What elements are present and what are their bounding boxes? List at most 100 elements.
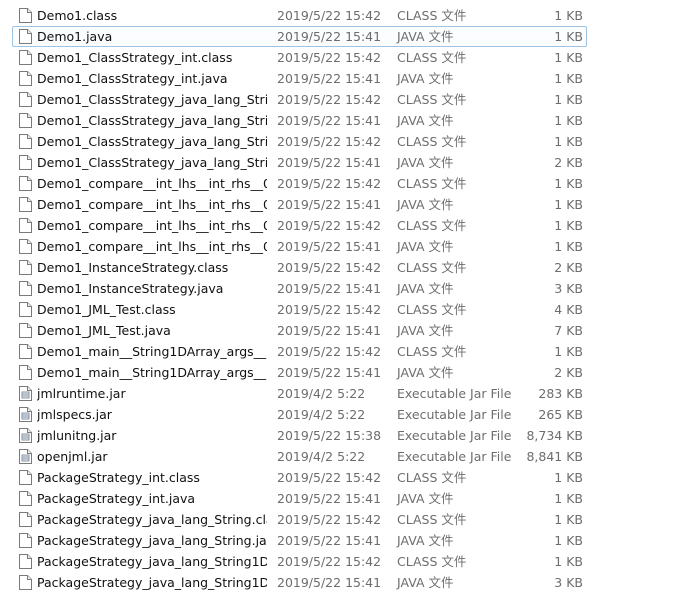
file-name: Demo1_compare__int_lhs__int_rhs__0_... — [37, 176, 267, 191]
file-name: Demo1_ClassStrategy_int.class — [37, 50, 233, 65]
file-name: Demo1.java — [37, 29, 113, 44]
file-icon — [19, 512, 32, 527]
file-row[interactable]: Demo1_ClassStrategy_java_lang_Strin... 20… — [0, 110, 699, 131]
file-row[interactable]: Demo1_main__String1DArray_args__1... 2019… — [0, 341, 699, 362]
file-name: Demo1_JML_Test.java — [37, 323, 171, 338]
file-size: 1 KB — [554, 50, 583, 65]
file-name: PackageStrategy_int.java — [37, 491, 196, 506]
file-type: JAVA 文件 — [397, 71, 454, 86]
file-size: 2 KB — [554, 155, 583, 170]
file-date: 2019/5/22 15:42 — [277, 134, 382, 149]
file-date: 2019/5/22 15:42 — [277, 344, 382, 359]
file-row[interactable]: Demo1_compare__int_lhs__int_rhs__0_... 20… — [0, 215, 699, 236]
file-date: 2019/5/22 15:38 — [277, 428, 382, 443]
file-icon — [19, 323, 32, 338]
file-row[interactable]: PackageStrategy_java_lang_String1D... 201… — [0, 551, 699, 572]
file-name: Demo1_compare__int_lhs__int_rhs__0_... — [37, 197, 267, 212]
file-size: 1 KB — [554, 554, 583, 569]
file-size: 2 KB — [554, 260, 583, 275]
file-name: Demo1.class — [37, 8, 118, 23]
file-name: PackageStrategy_java_lang_String1D... — [37, 554, 267, 569]
file-name: PackageStrategy_java_lang_String1D... — [37, 575, 267, 590]
file-type: Executable Jar File — [397, 449, 512, 464]
file-date: 2019/5/22 15:41 — [277, 281, 382, 296]
file-type: CLASS 文件 — [397, 218, 467, 233]
file-type: Executable Jar File — [397, 386, 512, 401]
file-row[interactable]: Demo1_ClassStrategy_java_lang_Strin... 20… — [0, 152, 699, 173]
file-size: 1 KB — [554, 218, 583, 233]
file-row[interactable]: Demo1.java 2019/5/22 15:41 JAVA 文件 1 KB — [0, 26, 699, 47]
file-row[interactable]: Demo1.class 2019/5/22 15:42 CLASS 文件 1 KB — [0, 5, 699, 26]
file-size: 1 KB — [554, 344, 583, 359]
file-size: 7 KB — [554, 323, 583, 338]
file-row[interactable]: PackageStrategy_java_lang_String1D... 201… — [0, 572, 699, 593]
file-icon — [19, 197, 32, 212]
file-row[interactable]: jmlruntime.jar 2019/4/2 5:22 Executable Ja… — [0, 383, 699, 404]
file-date: 2019/5/22 15:42 — [277, 554, 382, 569]
file-row[interactable]: jmlspecs.jar 2019/4/2 5:22 Executable Jar … — [0, 404, 699, 425]
file-row[interactable]: PackageStrategy_int.class 2019/5/22 15:42… — [0, 467, 699, 488]
file-type: Executable Jar File — [397, 407, 512, 422]
file-name: Demo1_InstanceStrategy.class — [37, 260, 229, 275]
file-name: Demo1_InstanceStrategy.java — [37, 281, 224, 296]
file-size: 1 KB — [554, 113, 583, 128]
file-size: 283 KB — [538, 386, 583, 401]
file-row[interactable]: Demo1_InstanceStrategy.java 2019/5/22 15:… — [0, 278, 699, 299]
file-name: openjml.jar — [37, 449, 108, 464]
file-name: Demo1_JML_Test.class — [37, 302, 176, 317]
file-name: Demo1_main__String1DArray_args__1... — [37, 344, 267, 359]
file-icon — [19, 176, 32, 191]
file-size: 4 KB — [554, 302, 583, 317]
file-icon — [19, 92, 32, 107]
file-row[interactable]: PackageStrategy_java_lang_String.java 201… — [0, 530, 699, 551]
file-type: JAVA 文件 — [397, 575, 454, 590]
file-icon — [19, 113, 32, 128]
file-row[interactable]: Demo1_ClassStrategy_int.class 2019/5/22 1… — [0, 47, 699, 68]
file-icon — [19, 239, 32, 254]
file-date: 2019/5/22 15:42 — [277, 50, 382, 65]
file-date: 2019/4/2 5:22 — [277, 407, 366, 422]
file-size: 1 KB — [554, 176, 583, 191]
file-row[interactable]: Demo1_compare__int_lhs__int_rhs__0_... 20… — [0, 173, 699, 194]
file-name: PackageStrategy_java_lang_String.java — [37, 533, 267, 548]
file-row[interactable]: Demo1_JML_Test.class 2019/5/22 15:42 CLASS… — [0, 299, 699, 320]
file-name: Demo1_main__String1DArray_args__1... — [37, 365, 267, 380]
file-icon — [19, 218, 32, 233]
file-name: PackageStrategy_int.class — [37, 470, 200, 485]
file-type: CLASS 文件 — [397, 302, 467, 317]
file-icon — [19, 575, 32, 590]
file-size: 3 KB — [554, 575, 583, 590]
file-row[interactable]: Demo1_JML_Test.java 2019/5/22 15:41 JAVA 文… — [0, 320, 699, 341]
file-row[interactable]: PackageStrategy_int.java 2019/5/22 15:41 J… — [0, 488, 699, 509]
file-row[interactable]: Demo1_ClassStrategy_int.java 2019/5/22 15… — [0, 68, 699, 89]
file-date: 2019/5/22 15:42 — [277, 512, 382, 527]
file-row[interactable]: Demo1_ClassStrategy_java_lang_Strin... 20… — [0, 131, 699, 152]
file-icon — [19, 302, 32, 317]
file-date: 2019/5/22 15:41 — [277, 113, 382, 128]
jar-icon — [19, 449, 32, 464]
file-row[interactable]: PackageStrategy_java_lang_String.class 20… — [0, 509, 699, 530]
file-icon — [19, 533, 32, 548]
file-date: 2019/5/22 15:42 — [277, 92, 382, 107]
file-size: 1 KB — [554, 134, 583, 149]
file-row[interactable]: jmlunitng.jar 2019/5/22 15:38 Executable J… — [0, 425, 699, 446]
file-row[interactable]: Demo1_main__String1DArray_args__1... 2019… — [0, 362, 699, 383]
file-row[interactable]: Demo1_InstanceStrategy.class 2019/5/22 15… — [0, 257, 699, 278]
file-icon — [19, 50, 32, 65]
file-size: 1 KB — [554, 491, 583, 506]
file-type: JAVA 文件 — [397, 29, 454, 44]
file-type: JAVA 文件 — [397, 113, 454, 128]
file-row[interactable]: openjml.jar 2019/4/2 5:22 Executable Jar F… — [0, 446, 699, 467]
file-type: JAVA 文件 — [397, 323, 454, 338]
file-size: 1 KB — [554, 8, 583, 23]
file-type: JAVA 文件 — [397, 365, 454, 380]
file-size: 1 KB — [554, 470, 583, 485]
file-icon — [19, 554, 32, 569]
file-row[interactable]: Demo1_compare__int_lhs__int_rhs__0_... 20… — [0, 236, 699, 257]
file-row[interactable]: Demo1_compare__int_lhs__int_rhs__0_... 20… — [0, 194, 699, 215]
file-row[interactable]: Demo1_ClassStrategy_java_lang_Strin... 20… — [0, 89, 699, 110]
file-name: Demo1_ClassStrategy_int.java — [37, 71, 228, 86]
file-type: CLASS 文件 — [397, 344, 467, 359]
file-date: 2019/5/22 15:41 — [277, 365, 382, 380]
file-type: CLASS 文件 — [397, 554, 467, 569]
